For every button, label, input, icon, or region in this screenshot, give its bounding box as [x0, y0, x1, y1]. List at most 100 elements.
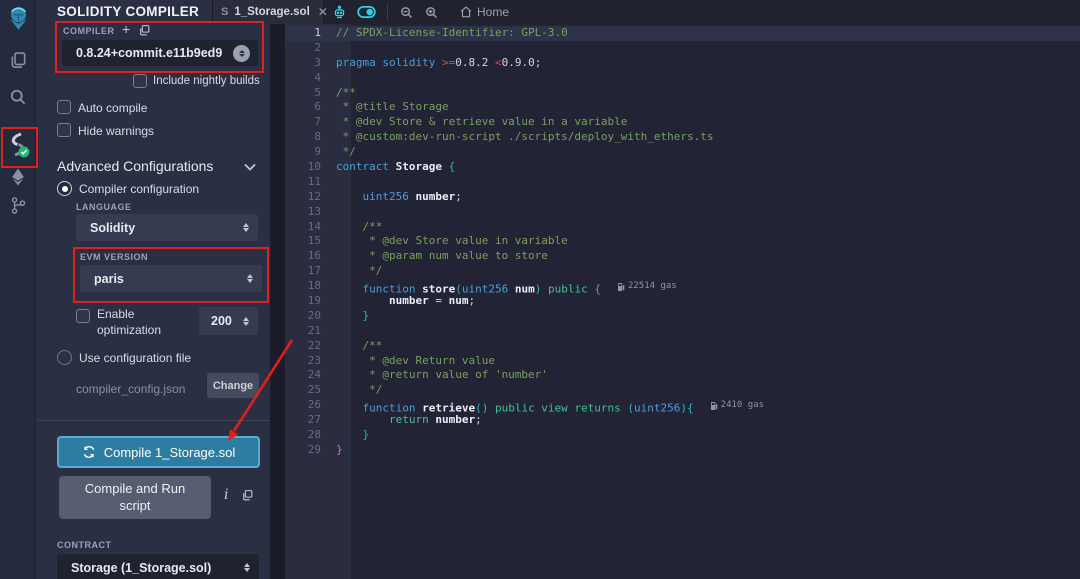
code-line[interactable]: 28 }: [285, 428, 1080, 443]
line-number: 23: [285, 354, 336, 369]
tab-close-icon[interactable]: ✕: [318, 5, 328, 19]
evm-version-select[interactable]: paris: [80, 265, 262, 292]
language-select[interactable]: Solidity: [76, 214, 258, 241]
code-line[interactable]: 19 number = num;: [285, 294, 1080, 309]
code-line[interactable]: 20 }: [285, 309, 1080, 324]
code-line[interactable]: 17 */: [285, 264, 1080, 279]
code-line[interactable]: 26 function retrieve() public view retur…: [285, 398, 1080, 413]
zoom-in-icon[interactable]: [419, 0, 444, 24]
contract-value: Storage (1_Storage.sol): [57, 561, 244, 575]
panel-resize-handle[interactable]: [270, 0, 285, 579]
contract-section-label: CONTRACT: [57, 540, 112, 550]
ai-assistant-icon[interactable]: [327, 0, 352, 24]
line-number: 13: [285, 205, 336, 220]
line-number: 16: [285, 249, 336, 264]
optimization-runs-input[interactable]: 200: [199, 307, 258, 335]
line-number: 8: [285, 130, 336, 145]
code-line[interactable]: 23 * @dev Return value: [285, 354, 1080, 369]
enable-optimization-checkbox[interactable]: [76, 309, 90, 323]
home-tab-label: Home: [477, 5, 509, 19]
editor-topbar: Home: [285, 0, 1080, 24]
refresh-icon: [82, 445, 96, 459]
hide-warnings-checkbox[interactable]: [57, 123, 71, 137]
code-line[interactable]: 27 return number;: [285, 413, 1080, 428]
code-line[interactable]: 29}: [285, 443, 1080, 458]
code-line[interactable]: 4: [285, 71, 1080, 86]
code-line[interactable]: 24 * @return value of 'number': [285, 368, 1080, 383]
line-number: 18: [285, 279, 336, 294]
tab-1-storage-sol[interactable]: S 1_Storage.sol ✕: [212, 0, 324, 24]
select-stepper-icon: [247, 274, 253, 283]
line-number: 25: [285, 383, 336, 398]
line-number: 17: [285, 264, 336, 279]
code-line[interactable]: 3pragma solidity >=0.8.2 <0.9.0;: [285, 56, 1080, 71]
toggle-on-icon[interactable]: [352, 0, 381, 24]
line-number: 6: [285, 100, 336, 115]
compiler-configuration-radio[interactable]: [57, 181, 72, 196]
code-line[interactable]: 13: [285, 205, 1080, 220]
git-branch-icon[interactable]: [0, 195, 36, 216]
use-configuration-file-radio[interactable]: [57, 350, 72, 365]
change-config-button[interactable]: Change: [207, 373, 259, 398]
auto-compile-label: Auto compile: [78, 101, 147, 115]
compile-button[interactable]: Compile 1_Storage.sol: [57, 436, 260, 468]
topbar-separator: [387, 4, 388, 20]
code-line[interactable]: 11: [285, 175, 1080, 190]
line-number: 24: [285, 368, 336, 383]
code-line[interactable]: 12 uint256 number;: [285, 190, 1080, 205]
enable-optimization-label: Enable optimization: [97, 306, 183, 338]
solidity-compiler-icon[interactable]: [0, 132, 36, 158]
code-line[interactable]: 10contract Storage {: [285, 160, 1080, 175]
code-line[interactable]: 18 function store(uint256 num) public {2…: [285, 279, 1080, 294]
select-stepper-icon: [244, 563, 250, 572]
line-number: 27: [285, 413, 336, 428]
advanced-configurations-heading[interactable]: Advanced Configurations: [57, 158, 213, 174]
code-line[interactable]: 8 * @custom:dev-run-script ./scripts/dep…: [285, 130, 1080, 145]
info-icon[interactable]: i: [224, 487, 228, 503]
code-line[interactable]: 5/**: [285, 86, 1080, 101]
deploy-run-icon[interactable]: [0, 167, 36, 187]
hide-warnings-label: Hide warnings: [78, 124, 154, 138]
code-line[interactable]: 14 /**: [285, 220, 1080, 235]
copy-compiler-icon[interactable]: [138, 24, 151, 37]
line-number: 12: [285, 190, 336, 205]
line-number: 15: [285, 234, 336, 249]
auto-compile-checkbox[interactable]: [57, 100, 71, 114]
copy-icon[interactable]: [241, 489, 254, 502]
line-number: 3: [285, 56, 336, 71]
remix-logo-icon[interactable]: [0, 5, 36, 32]
compiler-version-value: 0.8.24+commit.e11b9ed9: [62, 46, 233, 60]
line-number: 28: [285, 428, 336, 443]
remix-ide-window: SOLIDITY COMPILER COMPILER + 0.8.24+comm…: [0, 0, 1080, 579]
solidity-compiler-panel: SOLIDITY COMPILER COMPILER + 0.8.24+comm…: [36, 0, 270, 579]
code-line[interactable]: 1// SPDX-License-Identifier: GPL-3.0: [285, 26, 1080, 41]
code-line[interactable]: 9 */: [285, 145, 1080, 160]
line-number: 19: [285, 294, 336, 309]
code-line[interactable]: 25 */: [285, 383, 1080, 398]
compiler-version-select[interactable]: 0.8.24+commit.e11b9ed9: [62, 40, 258, 66]
zoom-out-icon[interactable]: [394, 0, 419, 24]
code-line[interactable]: 2: [285, 41, 1080, 56]
code-line[interactable]: 22 /**: [285, 339, 1080, 354]
add-compiler-icon[interactable]: +: [122, 21, 130, 37]
panel-divider: [36, 420, 270, 421]
chevron-down-icon[interactable]: [244, 163, 256, 171]
home-tab[interactable]: Home: [454, 0, 514, 24]
file-explorer-icon[interactable]: [0, 50, 36, 71]
contract-select[interactable]: Storage (1_Storage.sol): [57, 554, 259, 579]
nightly-builds-checkbox[interactable]: [133, 74, 147, 88]
search-icon[interactable]: [0, 87, 36, 107]
code-line[interactable]: 21: [285, 324, 1080, 339]
code-line[interactable]: 16 * @param num value to store: [285, 249, 1080, 264]
config-file-name[interactable]: compiler_config.json: [76, 382, 185, 396]
evm-version-label: EVM VERSION: [80, 252, 148, 262]
compiler-section-label: COMPILER: [63, 26, 115, 36]
code-line[interactable]: 7 * @dev Store & retrieve value in a var…: [285, 115, 1080, 130]
code-editor[interactable]: 1// SPDX-License-Identifier: GPL-3.023pr…: [285, 24, 1080, 579]
compile-and-run-button[interactable]: Compile and Run script: [59, 476, 211, 519]
code-lines: 1// SPDX-License-Identifier: GPL-3.023pr…: [285, 24, 1080, 458]
line-number: 9: [285, 145, 336, 160]
code-line[interactable]: 15 * @dev Store value in variable: [285, 234, 1080, 249]
code-line[interactable]: 6 * @title Storage: [285, 100, 1080, 115]
line-number: 11: [285, 175, 336, 190]
